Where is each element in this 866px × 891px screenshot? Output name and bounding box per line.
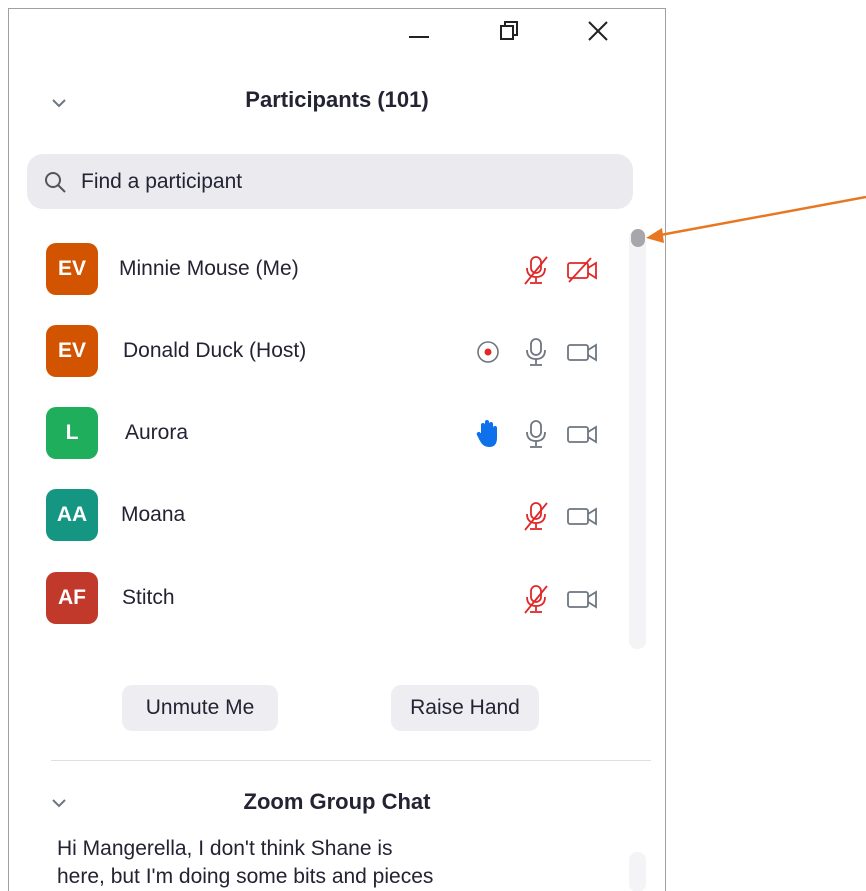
close-icon	[588, 21, 608, 41]
mic-muted-icon[interactable]	[519, 582, 553, 616]
participant-row[interactable]: EV Donald Duck (Host)	[9, 315, 629, 387]
participant-name: Minnie Mouse (Me)	[119, 257, 299, 280]
restore-icon	[500, 21, 518, 40]
video-icon[interactable]	[565, 335, 599, 369]
raise-hand-button[interactable]: Raise Hand	[391, 685, 539, 731]
participants-scroll-thumb[interactable]	[631, 229, 645, 247]
recording-icon	[471, 335, 505, 369]
video-off-icon[interactable]	[565, 253, 599, 287]
participants-window: Participants (101) EV Minnie Mouse (Me) …	[8, 8, 666, 891]
avatar: EV	[46, 243, 98, 295]
chat-scrollbar[interactable]	[629, 852, 646, 891]
avatar: AF	[46, 572, 98, 624]
title-bar	[9, 9, 665, 53]
mic-muted-icon[interactable]	[519, 253, 553, 287]
raised-hand-icon	[471, 417, 505, 451]
chat-title: Zoom Group Chat	[243, 789, 431, 814]
minimize-button[interactable]	[396, 13, 442, 49]
participant-name: Aurora	[125, 421, 189, 444]
video-icon[interactable]	[565, 582, 599, 616]
minimize-icon	[409, 36, 429, 38]
participant-row[interactable]: EV Minnie Mouse (Me)	[9, 233, 629, 305]
mic-icon[interactable]	[519, 335, 553, 369]
search-icon	[45, 172, 66, 193]
avatar: L	[46, 407, 98, 459]
video-icon[interactable]	[565, 417, 599, 451]
participant-name: Donald Duck (Host)	[123, 339, 307, 362]
participants-scrollbar[interactable]	[629, 229, 646, 649]
participant-row[interactable]: AF Stitch	[9, 562, 629, 634]
participant-name: Moana	[121, 503, 186, 526]
close-button[interactable]	[575, 13, 621, 49]
participant-row[interactable]: AA Moana	[9, 479, 629, 551]
participant-name: Stitch	[122, 586, 175, 609]
mic-icon[interactable]	[519, 417, 553, 451]
search-input[interactable]	[79, 162, 613, 202]
video-icon[interactable]	[565, 499, 599, 533]
participant-search[interactable]	[27, 154, 633, 209]
participants-title: Participants (101)	[245, 87, 429, 112]
chat-message-line: here, but I'm doing some bits and pieces	[57, 865, 434, 888]
avatar: AA	[46, 489, 98, 541]
participant-row[interactable]: L Aurora	[9, 397, 629, 469]
section-divider	[51, 760, 651, 761]
restore-button[interactable]	[486, 13, 532, 49]
mic-muted-icon[interactable]	[519, 499, 553, 533]
avatar: EV	[46, 325, 98, 377]
unmute-me-button[interactable]: Unmute Me	[122, 685, 278, 731]
